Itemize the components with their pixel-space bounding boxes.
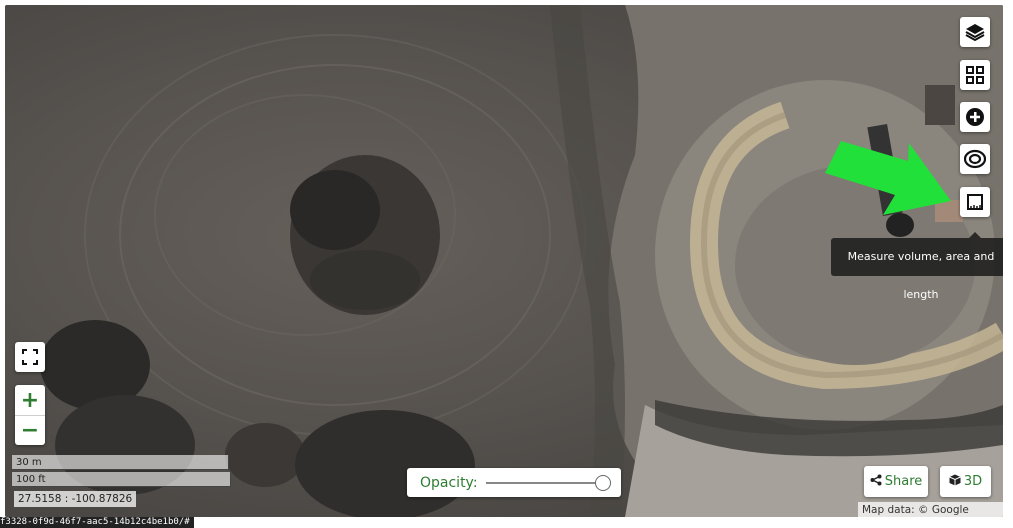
fullscreen-button[interactable] bbox=[15, 342, 45, 372]
map-view[interactable]: Measure volume, area and length + − 30 m… bbox=[5, 5, 1003, 517]
target-icon bbox=[964, 148, 986, 170]
opacity-label: Opacity: bbox=[420, 474, 478, 491]
add-button[interactable] bbox=[960, 102, 990, 132]
grid-button[interactable] bbox=[960, 60, 990, 90]
opacity-slider-track bbox=[485, 481, 608, 484]
cursor-coordinates: 27.5158 : -100.87826 bbox=[14, 491, 137, 507]
opacity-slider[interactable] bbox=[485, 474, 611, 491]
opacity-slider-knob[interactable] bbox=[594, 474, 611, 491]
map-attribution: Map data: © Google Maps bbox=[858, 502, 1003, 517]
layers-button[interactable] bbox=[960, 17, 990, 47]
share-label: Share bbox=[884, 474, 923, 489]
view-3d-button[interactable]: 3D bbox=[940, 466, 991, 497]
cube-icon bbox=[949, 474, 961, 490]
scale-metric: 30 m bbox=[11, 455, 229, 470]
fullscreen-icon bbox=[21, 348, 39, 366]
zoom-in-button[interactable]: + bbox=[15, 385, 45, 415]
target-button[interactable] bbox=[960, 144, 990, 174]
grid-icon bbox=[965, 65, 985, 85]
scale-imperial: 100 ft bbox=[11, 472, 231, 487]
opacity-control: Opacity: bbox=[407, 468, 621, 497]
share-button[interactable]: Share bbox=[864, 466, 928, 497]
zoom-out-button[interactable]: − bbox=[15, 415, 45, 445]
layers-icon bbox=[965, 22, 985, 42]
share-icon bbox=[870, 474, 882, 490]
plus-circle-icon bbox=[965, 107, 985, 127]
measure-tooltip: Measure volume, area and length bbox=[831, 232, 1003, 301]
annotation-arrow bbox=[825, 141, 951, 215]
status-url: f3328-0f9d-46f7-aac5-14b12c4be1b0/# bbox=[0, 517, 194, 528]
measure-icon bbox=[966, 193, 984, 211]
measure-button[interactable] bbox=[960, 187, 990, 217]
view-3d-label: 3D bbox=[963, 474, 983, 489]
zoom-control: + − bbox=[15, 385, 45, 445]
